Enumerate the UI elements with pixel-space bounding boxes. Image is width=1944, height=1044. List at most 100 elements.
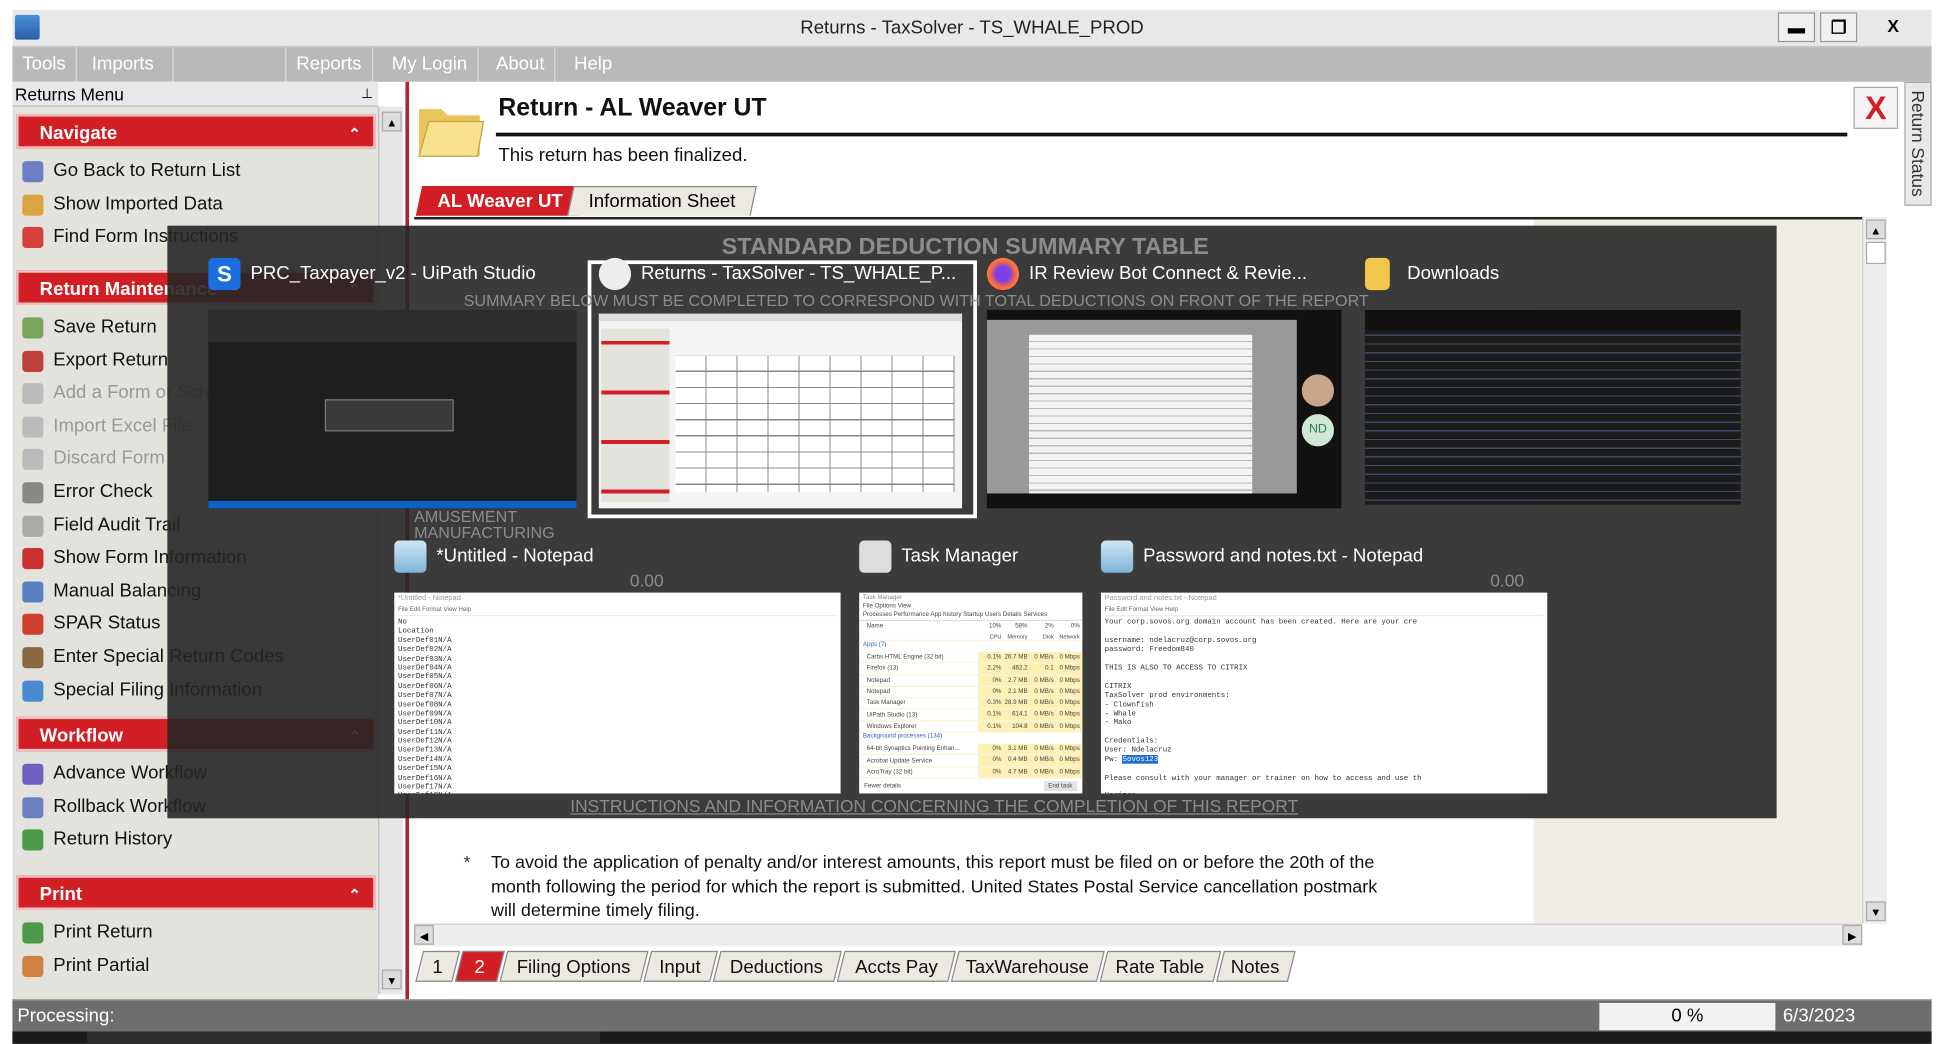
page-tab-filing-options[interactable]: Filing Options [499, 950, 649, 982]
process-row[interactable]: Firefox (13) 2.2%462.2 MB0.1 MB/s0 Mbps [859, 663, 1083, 676]
column-label[interactable]: Network [1056, 631, 1083, 640]
collapse-chevron-icon[interactable]: ⌃ [348, 117, 360, 152]
menu-item-print-partial[interactable]: Print Partial [20, 950, 149, 980]
process-metric: 104.8 MB [1003, 721, 1031, 732]
menu-tools[interactable]: Tools [12, 47, 77, 82]
menu-item-go-back-to-return-list[interactable]: Go Back to Return List [20, 156, 241, 186]
menu-item-icon [22, 227, 44, 249]
process-row[interactable]: 64-bit Synaptics Pointing Enhan... 0% 3.1 … [859, 743, 1083, 756]
tab-al-weaver-ut[interactable]: AL Weaver UT [415, 185, 585, 216]
tab-label: Rate Table [1115, 957, 1205, 979]
process-row[interactable]: Notepad 0% 2.7 MB 0 MB/s 0 Mbps [859, 675, 1083, 687]
form-subheading: SUMMARY BELOW MUST BE COMPLETED TO CORRE… [463, 291, 1369, 310]
scroll-down-icon[interactable]: ▼ [381, 969, 402, 990]
scroll-thumb[interactable] [1865, 241, 1886, 265]
section-header-navigate[interactable]: Navigate ⌃ [16, 114, 376, 149]
menu-item-show-imported-data[interactable]: Show Imported Data [20, 189, 223, 219]
column-label[interactable]: Disk [1030, 631, 1057, 640]
tab-label: TaxWarehouse [965, 957, 1090, 979]
process-metric: 0% [977, 686, 1004, 698]
end-task-button[interactable]: End task [1043, 781, 1078, 791]
page-tab-input[interactable]: Input [643, 950, 718, 982]
form-heading: STANDARD DEDUCTION SUMMARY TABLE [721, 234, 1209, 261]
notepad-line: UserDef03N/A [397, 654, 452, 663]
process-name: UiPath Studio (13) [866, 711, 918, 719]
column-label[interactable]: CPU [977, 631, 1004, 640]
menu-item-icon [22, 829, 44, 851]
scroll-down-icon[interactable]: ▼ [1865, 901, 1886, 922]
scroll-right-icon[interactable]: ▶ [1842, 924, 1863, 945]
menu-item-export-return[interactable]: Export Return [20, 345, 168, 375]
process-metric: 0% [977, 767, 1004, 778]
close-return-button[interactable]: X [1853, 86, 1899, 129]
column-usage[interactable]: 2% [1030, 621, 1057, 632]
scroll-up-icon[interactable]: ▲ [1865, 219, 1886, 240]
process-metric: 0 MB/s [1030, 721, 1057, 732]
process-row[interactable]: Task Manager 0.3% 28.9 MB 0 MB/s 0 Mbps [859, 698, 1083, 710]
menu-item-label: Show Imported Data [53, 192, 223, 214]
menu-item-icon [22, 548, 44, 570]
process-metric: 0 MB/s [1030, 698, 1057, 709]
column-usage[interactable]: 10% [977, 621, 1004, 632]
menu-help[interactable]: Help [564, 47, 622, 82]
scroll-up-icon[interactable]: ▲ [381, 111, 402, 132]
page-tab-taxwarehouse[interactable]: TaxWarehouse [950, 950, 1105, 982]
page-tab-1[interactable]: 1 [415, 950, 461, 982]
menu-item-icon [22, 449, 44, 471]
notepad-line: UserDef09N/A [397, 709, 452, 718]
minimize-button[interactable]: ▬ [1777, 12, 1816, 43]
page-tab-rate-table[interactable]: Rate Table [1099, 950, 1222, 982]
menu-item-icon [22, 515, 44, 537]
process-row[interactable]: Notepad 0% 2.1 MB 0 MB/s 0 Mbps [859, 686, 1083, 699]
menu-item-print-return[interactable]: Print Return [20, 917, 153, 947]
document-vertical-scrollbar[interactable]: ▲ ▼ [1862, 216, 1887, 924]
process-name: Windows Explorer [866, 722, 917, 731]
process-row[interactable]: Acrobat Update Service 0% 0.4 MB 0 MB/s 0 Mb… [859, 755, 1083, 768]
cell-value: 0.00 [1490, 570, 1525, 591]
menu-item-icon [22, 581, 44, 603]
page-tab-notes[interactable]: Notes [1216, 950, 1296, 982]
column-usage[interactable]: 0% [1056, 621, 1083, 632]
menu-reports[interactable]: Reports [285, 47, 373, 82]
tab-information-sheet[interactable]: Information Sheet [567, 185, 758, 216]
section-header-print[interactable]: Print ⌃ [16, 875, 376, 913]
scroll-left-icon[interactable]: ◀ [414, 924, 434, 945]
process-metric: 0 MB/s [1030, 755, 1057, 766]
tm-tabs[interactable]: Processes Performance App history Startu… [859, 611, 1083, 622]
task-manager-thumbnail: Task Manager File Options View Processes P… [859, 592, 1083, 794]
process-row[interactable]: UiPath Studio (13) 0.1%614.1 MB0 MB/s0 Mb… [859, 709, 1083, 722]
menu-about[interactable]: About [486, 47, 556, 82]
fewer-details-link[interactable]: Fewer details [864, 782, 902, 790]
column-label[interactable]: Memory [1003, 631, 1031, 640]
document-horizontal-scrollbar[interactable]: ◀ ▶ [414, 923, 1863, 946]
title-rule [495, 132, 1848, 137]
collapse-chevron-icon[interactable]: ⌃ [348, 878, 360, 913]
menu-my-login[interactable]: My Login [382, 47, 479, 82]
process-metric: 0 Mbps [1056, 686, 1083, 698]
notepad-line: CITRIX [1104, 681, 1132, 691]
return-status-side-tab[interactable]: Return Status [1904, 81, 1932, 206]
process-metric: 0% [977, 755, 1004, 766]
side-tab-label: Return Status [1908, 90, 1928, 197]
menu-item-error-check[interactable]: Error Check [20, 477, 153, 507]
notepad-line: Please consult with your manager or trai… [1104, 773, 1422, 782]
menu-item-return-history[interactable]: Return History [20, 825, 172, 855]
menu-item-save-return[interactable]: Save Return [20, 312, 157, 342]
process-row[interactable]: Carbs HTML Engine (32 bit) 0.1% 26.7 MB 0 M… [859, 652, 1083, 664]
restore-button[interactable]: ❐ [1820, 12, 1858, 43]
menu-imports[interactable]: Imports [82, 47, 174, 82]
taskbar-button[interactable] [86, 1031, 601, 1044]
menu-item-field-audit-trail[interactable]: Field Audit Trail [20, 510, 181, 540]
column-name[interactable]: Name [859, 622, 978, 629]
taxsolver-thumbnail [598, 313, 963, 509]
process-row[interactable]: Windows Explorer 0.1%104.8 MB0 MB/s0 Mbps [859, 721, 1083, 733]
page-tab-deductions[interactable]: Deductions [712, 950, 842, 982]
page-tab-accts-pay[interactable]: Accts Pay [836, 950, 957, 982]
notepad-line: Horizon [1105, 792, 1544, 794]
column-usage[interactable]: 58% [1003, 621, 1031, 632]
process-row[interactable]: AcroTray (32 bit) 0% 4.7 MB 0 MB/s 0 Mbps [859, 767, 1083, 779]
close-window-button[interactable]: X [1862, 12, 1924, 42]
menu-item-spar-status[interactable]: SPAR Status [20, 609, 160, 639]
pin-icon[interactable]: ⊥ [361, 82, 373, 107]
page-tab-2[interactable]: 2 [454, 950, 505, 982]
